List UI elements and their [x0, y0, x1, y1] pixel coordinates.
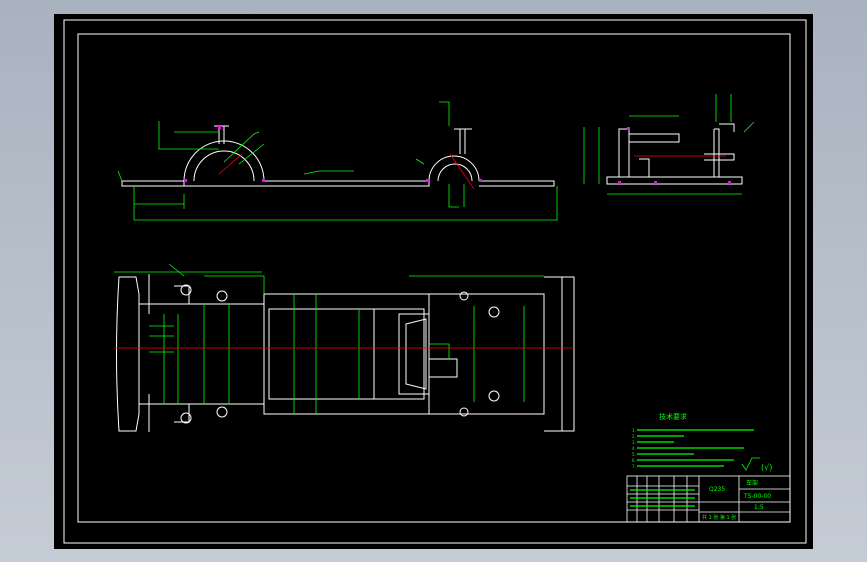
tech-req-line: 1.: [632, 428, 636, 433]
tech-req-lines: 1. 2. 3. 4. 5. 6. 7.: [632, 428, 754, 469]
title-sheet: 共 1 张 第 1 张: [702, 514, 736, 521]
side-view-dimensions: [583, 94, 755, 195]
drawing-canvas[interactable]: 技术要求 1. 2. 3. 4. 5. 6. 7. (√) Q235 车架 TS…: [54, 14, 813, 549]
tech-req-line: 5.: [632, 452, 636, 457]
roughness-label: (√): [761, 463, 772, 472]
plan-view: [116, 274, 575, 432]
tech-req-line: 7.: [632, 464, 636, 469]
cad-viewport[interactable]: 技术要求 1. 2. 3. 4. 5. 6. 7. (√) Q235 车架 TS…: [54, 14, 813, 549]
title-scale: 1:5: [754, 504, 764, 511]
side-view: [606, 123, 743, 185]
title-drawing-number: TS-00-00: [743, 493, 771, 500]
tech-req-line: 3.: [632, 440, 636, 445]
front-view-dimensions: [117, 101, 558, 221]
outer-frame: [63, 19, 807, 544]
tech-req-line: 6.: [632, 458, 636, 463]
inner-frame: [77, 33, 791, 523]
title-material: Q235: [709, 486, 725, 493]
title-drawing-name: 车架: [746, 479, 758, 487]
front-view: [121, 125, 555, 187]
roughness-symbol: (√): [741, 457, 772, 472]
front-view-hidden: [184, 126, 482, 182]
tech-req-line: 4.: [632, 446, 636, 451]
tech-req-heading: 技术要求: [659, 412, 687, 421]
title-block-fill-lines: [630, 489, 695, 507]
tech-req-line: 2.: [632, 434, 636, 439]
